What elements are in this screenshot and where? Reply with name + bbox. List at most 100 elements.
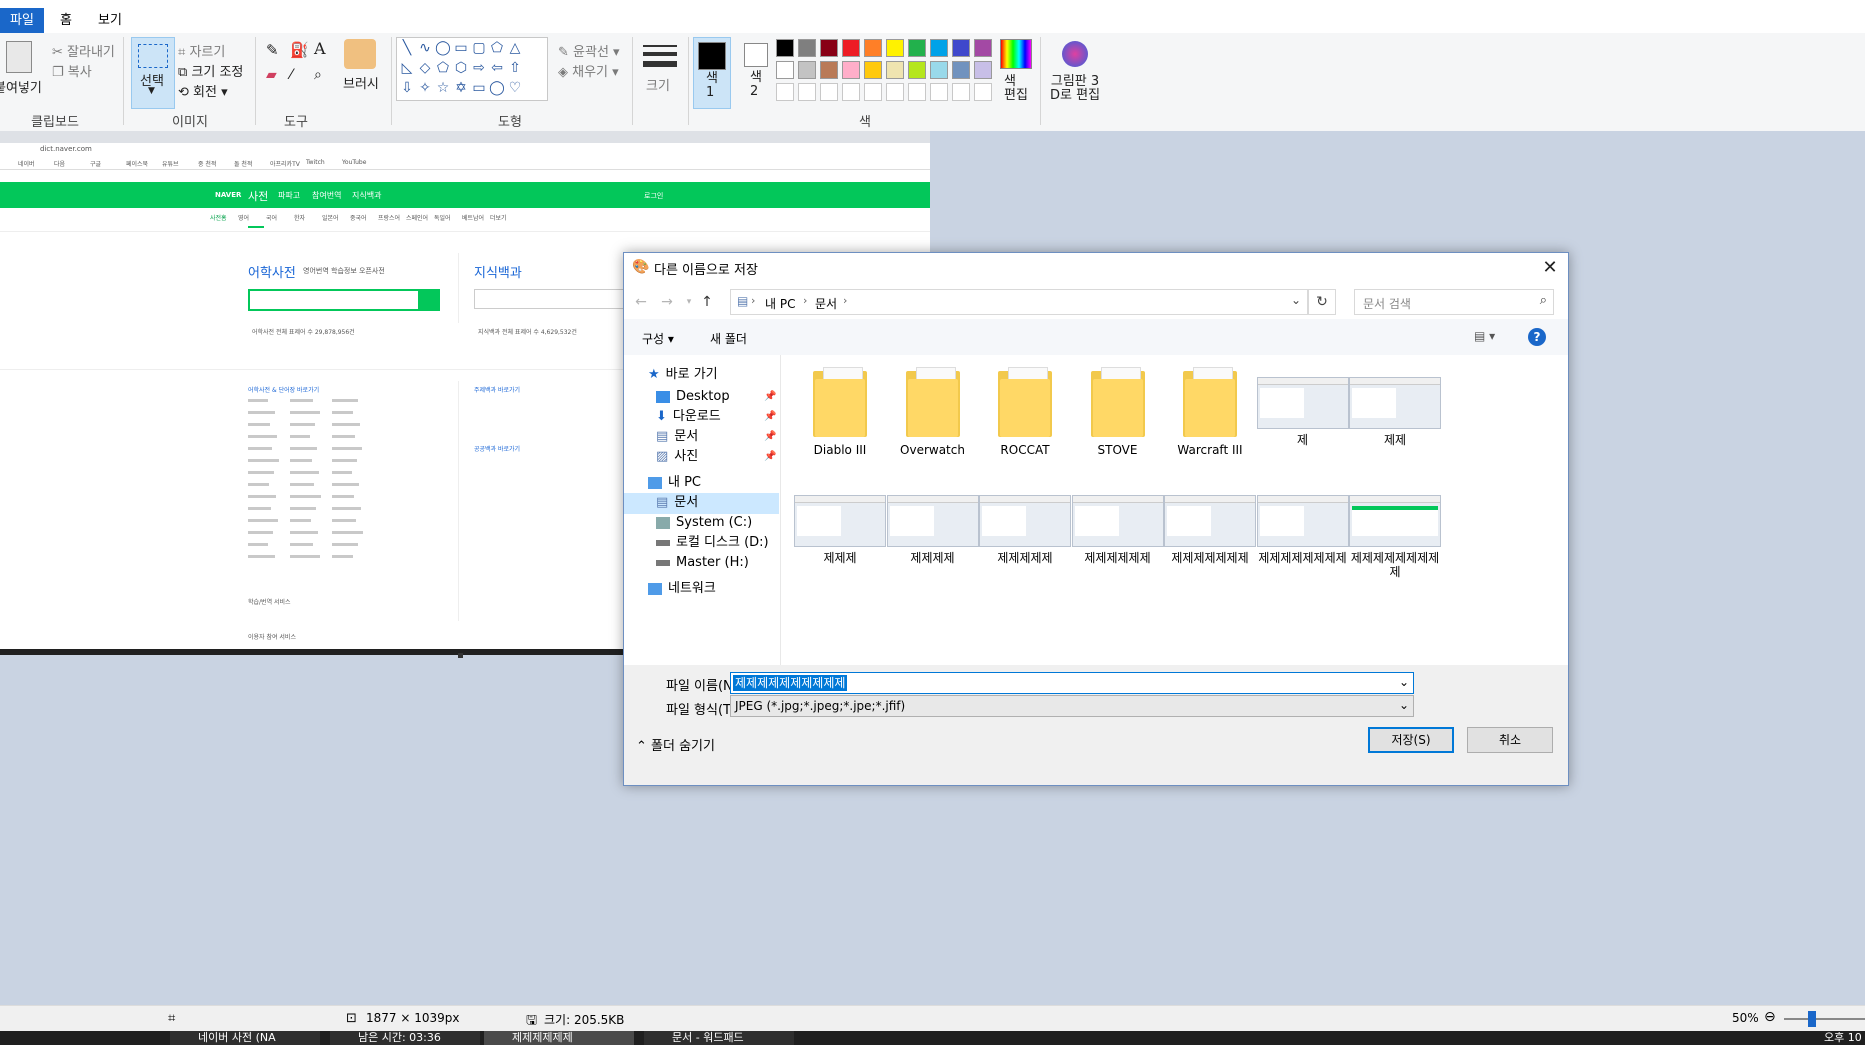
cut-button[interactable]: ✂ 잘라내기 — [52, 41, 115, 60]
line-icon[interactable]: ╲ — [399, 40, 415, 56]
organize-button[interactable]: 구성 ▾ — [642, 330, 674, 347]
custom-color-slot[interactable] — [908, 83, 926, 101]
taskbar-item[interactable]: 네이버 사전 (NA — [170, 1031, 320, 1045]
close-icon[interactable]: ✕ — [1532, 253, 1568, 283]
color2-button[interactable]: 색 2 — [738, 37, 774, 107]
filetype-select[interactable]: JPEG (*.jpg;*.jpeg;*.jpe;*.jfif) ⌄ — [730, 695, 1414, 717]
rotate-button[interactable]: ⟲ 회전 ▾ — [178, 81, 228, 100]
fill-shape-button[interactable]: ◈ 채우기 ▾ — [558, 61, 619, 80]
breadcrumb-documents[interactable]: 문서 — [815, 295, 837, 312]
hexagon-icon[interactable]: ⬡ — [453, 60, 469, 76]
forward-arrow-icon[interactable]: → — [658, 293, 676, 311]
color-swatch[interactable] — [820, 61, 838, 79]
color1-button[interactable]: 색 1 — [693, 37, 731, 109]
custom-color-slot[interactable] — [974, 83, 992, 101]
polygon-icon[interactable]: ⬠ — [489, 40, 505, 56]
rounded-rect-icon[interactable]: ▢ — [471, 40, 487, 56]
folder-item[interactable]: ROCCAT — [979, 365, 1071, 457]
nav-pc-documents[interactable]: ▤ 문서 — [656, 493, 698, 513]
color-swatch[interactable] — [864, 61, 882, 79]
color-swatch[interactable] — [930, 39, 948, 57]
color-swatch[interactable] — [842, 39, 860, 57]
custom-color-slot[interactable] — [776, 83, 794, 101]
breadcrumb-this-pc[interactable]: 내 PC — [765, 295, 795, 312]
color-swatch[interactable] — [886, 61, 904, 79]
curve-icon[interactable]: ∿ — [417, 40, 433, 56]
file-item[interactable]: 제제제 — [794, 483, 886, 565]
fill-icon[interactable]: ⛽ — [290, 41, 309, 59]
custom-color-slot[interactable] — [886, 83, 904, 101]
pencil-icon[interactable]: ✎ — [266, 41, 279, 59]
outline-button[interactable]: ✎ 윤곽선 ▾ — [558, 41, 620, 60]
color-swatch[interactable] — [974, 39, 992, 57]
callout-oval-icon[interactable]: ◯ — [489, 80, 505, 96]
file-item[interactable]: 제제제제제제제제제 — [1349, 483, 1441, 579]
custom-color-slot[interactable] — [798, 83, 816, 101]
eraser-icon[interactable]: ▰ — [266, 67, 277, 83]
right-triangle-icon[interactable]: ◺ — [399, 60, 415, 76]
resize-handle[interactable] — [458, 653, 463, 658]
nav-documents[interactable]: ▤ 문서 — [656, 427, 698, 447]
custom-color-slot[interactable] — [952, 83, 970, 101]
file-item[interactable]: 제제제제 — [886, 483, 979, 565]
nav-master-h[interactable]: Master (H:) — [656, 553, 749, 573]
crop-button[interactable]: ⌗ 자르기 — [178, 41, 225, 60]
pentagon-icon[interactable]: ⬠ — [435, 60, 451, 76]
color-swatch[interactable] — [820, 39, 838, 57]
file-item[interactable]: 제제 — [1349, 365, 1441, 447]
recent-chevron-icon[interactable]: ▾ — [680, 293, 698, 311]
color-picker-icon[interactable]: ⁄ — [290, 67, 292, 83]
color-swatch[interactable] — [974, 61, 992, 79]
chevron-down-icon[interactable]: ⌄ — [1291, 293, 1301, 307]
arrow-up-icon[interactable]: ⇧ — [507, 60, 523, 76]
hide-folders-button[interactable]: ⌃ 폴더 숨기기 — [636, 735, 715, 754]
zoom-slider-thumb[interactable] — [1808, 1011, 1816, 1027]
nav-desktop[interactable]: Desktop — [656, 387, 730, 407]
refresh-icon[interactable]: ↻ — [1308, 289, 1336, 315]
save-button[interactable]: 저장(S) — [1368, 727, 1454, 753]
color-swatch[interactable] — [864, 39, 882, 57]
color-swatch[interactable] — [798, 61, 816, 79]
custom-color-slot[interactable] — [930, 83, 948, 101]
new-folder-button[interactable]: 새 폴더 — [710, 330, 747, 347]
arrow-left-icon[interactable]: ⇦ — [489, 60, 505, 76]
nav-this-pc[interactable]: 내 PC — [648, 473, 701, 493]
taskbar-item[interactable]: 제제제제제제 — [484, 1031, 634, 1045]
filename-field[interactable]: 제제제제제제제제제제 ⌄ — [730, 672, 1414, 694]
custom-color-slot[interactable] — [864, 83, 882, 101]
color-swatch[interactable] — [842, 61, 860, 79]
zoom-slider[interactable] — [1784, 1018, 1865, 1020]
diamond-icon[interactable]: ◇ — [417, 60, 433, 76]
cancel-button[interactable]: 취소 — [1467, 727, 1553, 753]
nav-network[interactable]: 네트워크 — [648, 579, 716, 599]
chevron-down-icon[interactable]: ⌄ — [1399, 675, 1409, 689]
color-swatch[interactable] — [776, 39, 794, 57]
arrow-down-icon[interactable]: ⇩ — [399, 80, 415, 96]
color-swatch[interactable] — [908, 39, 926, 57]
heart-icon[interactable]: ♡ — [507, 80, 523, 96]
custom-color-slot[interactable] — [842, 83, 860, 101]
file-item[interactable]: 제 — [1256, 365, 1349, 447]
rectangle-icon[interactable]: ▭ — [453, 40, 469, 56]
address-bar[interactable]: ▤ › 내 PC › 문서 › ⌄ — [730, 289, 1308, 315]
magnifier-icon[interactable]: ⌕ — [314, 67, 322, 83]
back-arrow-icon[interactable]: ← — [632, 293, 650, 311]
star5-icon[interactable]: ☆ — [435, 80, 451, 96]
zoom-out-icon[interactable]: ⊖ — [1764, 1009, 1776, 1025]
shapes-gallery[interactable]: ╲ ∿ ◯ ▭ ▢ ⬠ △ ◺ ◇ ⬠ ⬡ ⇨ ⇦ ⇧ ⇩ ✧ ☆ ✡ ▭ ◯ … — [396, 37, 548, 101]
callout-rect-icon[interactable]: ▭ — [471, 80, 487, 96]
file-item[interactable]: 제제제제제 — [979, 483, 1071, 565]
menu-home[interactable]: 홈 — [50, 8, 82, 33]
nav-local-d[interactable]: 로컬 디스크 (D:) — [656, 533, 769, 553]
color-swatch[interactable] — [776, 61, 794, 79]
select-button[interactable]: 선택 ▼ — [131, 37, 175, 109]
resize-button[interactable]: ⧉ 크기 조정 — [178, 61, 243, 80]
menu-file[interactable]: 파일 — [0, 8, 44, 33]
color-swatch[interactable] — [886, 39, 904, 57]
star6-icon[interactable]: ✡ — [453, 80, 469, 96]
paste-button[interactable]: 붙여넣기 — [0, 77, 42, 96]
paint3d-button[interactable]: 그림판 3 D로 편집 — [1050, 75, 1100, 103]
folder-item[interactable]: Warcraft III — [1164, 365, 1256, 457]
help-icon[interactable]: ? — [1528, 328, 1546, 346]
arrow-right-icon[interactable]: ⇨ — [471, 60, 487, 76]
